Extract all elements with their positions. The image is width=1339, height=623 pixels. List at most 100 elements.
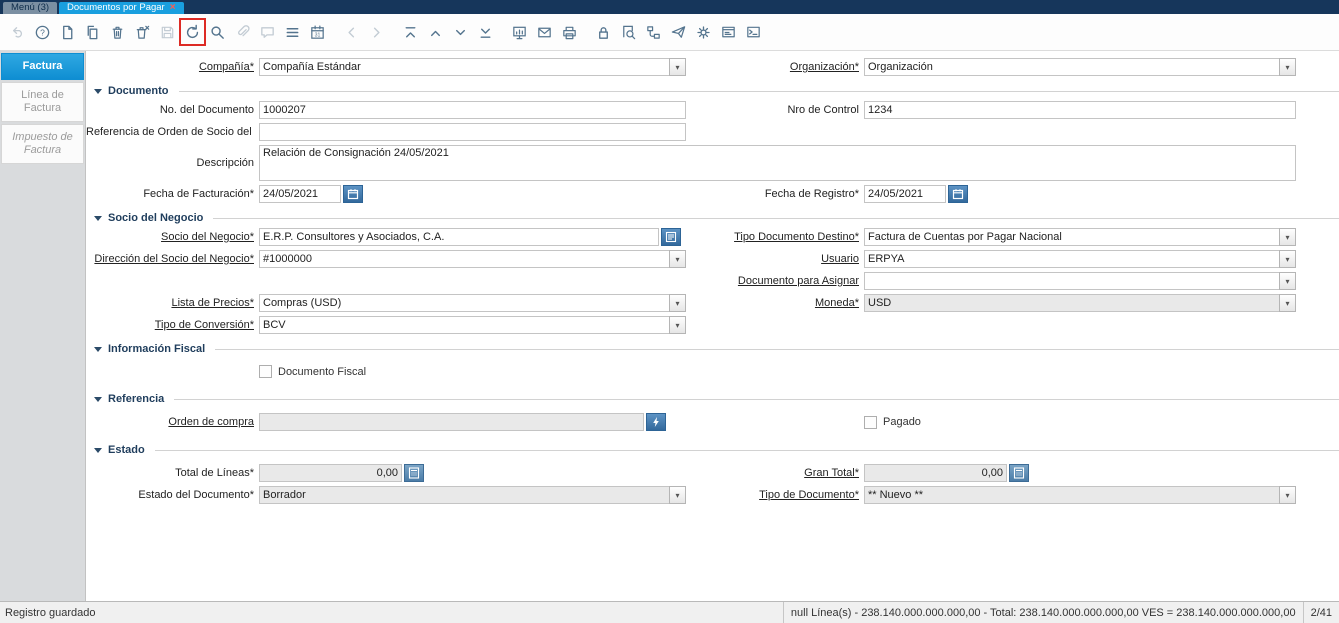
company-input[interactable] — [259, 58, 686, 76]
control-no-input[interactable] — [864, 101, 1296, 119]
find-icon[interactable] — [205, 19, 230, 45]
assign-doc-select[interactable]: ▾ — [864, 272, 1296, 290]
target-doc-type-label[interactable]: Tipo Documento Destino* — [691, 231, 859, 243]
conversion-type-input[interactable] — [259, 316, 686, 334]
section-header-documento[interactable]: Documento — [86, 85, 1339, 97]
save-icon[interactable] — [155, 19, 180, 45]
doc-no-input[interactable] — [259, 101, 686, 119]
fiscal-document-checkbox[interactable] — [259, 365, 272, 378]
help-icon[interactable]: ? — [30, 19, 55, 45]
grid-toggle-icon[interactable] — [280, 19, 305, 45]
doc-status-input[interactable] — [259, 486, 686, 504]
business-partner-input[interactable] — [259, 228, 659, 246]
attachment-icon[interactable] — [230, 19, 255, 45]
report-icon[interactable] — [507, 19, 532, 45]
calendar-icon[interactable]: 31 — [305, 19, 330, 45]
close-tab-icon[interactable]: × — [170, 3, 176, 13]
send-request-icon[interactable] — [666, 19, 691, 45]
business-partner-info-button[interactable] — [661, 228, 681, 246]
copy-record-icon[interactable] — [80, 19, 105, 45]
conversion-type-select[interactable]: ▾ — [259, 316, 686, 334]
first-record-icon[interactable] — [398, 19, 423, 45]
business-partner-label[interactable]: Socio del Negocio* — [86, 231, 254, 243]
section-header-socio[interactable]: Socio del Negocio — [86, 212, 1339, 224]
print-icon[interactable] — [557, 19, 582, 45]
bp-order-ref-input[interactable] — [259, 123, 686, 141]
user-input[interactable] — [864, 250, 1296, 268]
bp-address-input[interactable] — [259, 250, 686, 268]
currency-select[interactable]: ▾ — [864, 294, 1296, 312]
organization-input[interactable] — [864, 58, 1296, 76]
section-header-fiscal[interactable]: Información Fiscal — [86, 343, 1339, 355]
purchase-order-search-button[interactable] — [646, 413, 666, 431]
invoice-date-calendar-button[interactable] — [343, 185, 363, 203]
chevron-down-icon[interactable]: ▾ — [1279, 228, 1296, 246]
window-icon[interactable] — [716, 19, 741, 45]
purchase-order-input[interactable] — [259, 413, 644, 431]
archive-icon[interactable] — [532, 19, 557, 45]
tab-documentos-por-pagar[interactable]: Documentos por Pagar × — [59, 2, 184, 14]
workflow-icon[interactable] — [641, 19, 666, 45]
price-list-input[interactable] — [259, 294, 686, 312]
invoice-date-input[interactable] — [259, 185, 341, 203]
tab-menu[interactable]: Menú (3) — [3, 2, 57, 14]
price-list-select[interactable]: ▾ — [259, 294, 686, 312]
doc-type-select[interactable]: ▾ — [864, 486, 1296, 504]
price-list-label[interactable]: Lista de Precios* — [86, 297, 254, 309]
assign-doc-label[interactable]: Documento para Asignar — [691, 275, 859, 287]
delete-record-icon[interactable] — [105, 19, 130, 45]
bp-address-select[interactable]: ▾ — [259, 250, 686, 268]
chevron-down-icon[interactable]: ▾ — [1279, 58, 1296, 76]
lock-icon[interactable] — [591, 19, 616, 45]
currency-input[interactable] — [864, 294, 1296, 312]
chevron-down-icon[interactable]: ▾ — [669, 316, 686, 334]
user-select[interactable]: ▾ — [864, 250, 1296, 268]
doc-type-label[interactable]: Tipo de Documento* — [691, 489, 859, 501]
company-label[interactable]: Compañía* — [86, 61, 254, 73]
detail-record-icon[interactable] — [364, 19, 389, 45]
doc-status-select[interactable]: ▾ — [259, 486, 686, 504]
paid-checkbox[interactable] — [864, 416, 877, 429]
account-date-calendar-button[interactable] — [948, 185, 968, 203]
organization-select[interactable]: ▾ — [864, 58, 1296, 76]
chevron-down-icon[interactable]: ▾ — [669, 294, 686, 312]
chevron-down-icon[interactable]: ▾ — [669, 250, 686, 268]
section-header-referencia[interactable]: Referencia — [86, 393, 1339, 405]
chevron-down-icon[interactable]: ▾ — [1279, 250, 1296, 268]
last-record-icon[interactable] — [473, 19, 498, 45]
undo-icon[interactable] — [5, 19, 30, 45]
purchase-order-label[interactable]: Orden de compra — [86, 416, 254, 428]
new-record-icon[interactable] — [55, 19, 80, 45]
section-header-estado[interactable]: Estado — [86, 444, 1339, 456]
currency-label[interactable]: Moneda* — [691, 297, 859, 309]
target-doc-type-input[interactable] — [864, 228, 1296, 246]
settings-icon[interactable] — [691, 19, 716, 45]
refresh-icon[interactable] — [180, 19, 205, 45]
total-lines-calculator-button[interactable] — [404, 464, 424, 482]
chevron-down-icon[interactable]: ▾ — [1279, 486, 1296, 504]
chevron-down-icon[interactable]: ▾ — [669, 58, 686, 76]
grand-total-calculator-button[interactable] — [1009, 464, 1029, 482]
organization-label[interactable]: Organización* — [691, 61, 859, 73]
console-icon[interactable] — [741, 19, 766, 45]
doc-type-input[interactable] — [864, 486, 1296, 504]
assign-doc-input[interactable] — [864, 272, 1296, 290]
user-label[interactable]: Usuario — [691, 253, 859, 265]
chat-icon[interactable] — [255, 19, 280, 45]
target-doc-type-select[interactable]: ▾ — [864, 228, 1296, 246]
tab-linea-de-factura[interactable]: Línea de Factura — [1, 82, 84, 122]
description-textarea[interactable]: Relación de Consignación 24/05/2021 — [259, 145, 1296, 181]
company-select[interactable]: ▾ — [259, 58, 686, 76]
zoom-across-icon[interactable] — [616, 19, 641, 45]
chevron-down-icon[interactable]: ▾ — [1279, 294, 1296, 312]
tab-impuesto-de-factura[interactable]: Impuesto de Factura — [1, 124, 84, 164]
grand-total-input[interactable] — [864, 464, 1007, 482]
total-lines-input[interactable] — [259, 464, 402, 482]
previous-record-icon[interactable] — [423, 19, 448, 45]
parent-record-icon[interactable] — [339, 19, 364, 45]
delete-selected-icon[interactable] — [130, 19, 155, 45]
chevron-down-icon[interactable]: ▾ — [669, 486, 686, 504]
tab-factura[interactable]: Factura — [1, 53, 84, 80]
grand-total-label[interactable]: Gran Total* — [691, 467, 859, 479]
next-record-icon[interactable] — [448, 19, 473, 45]
